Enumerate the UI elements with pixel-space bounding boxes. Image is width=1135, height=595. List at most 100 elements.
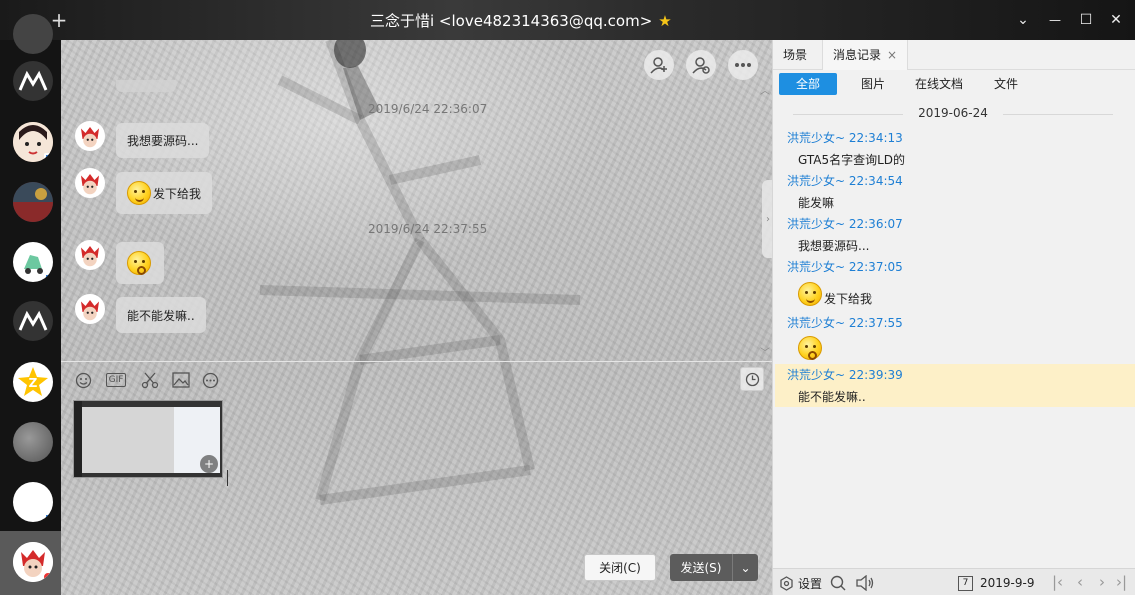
title-bar: ⌕ + 三念于惜i <love482314363@qq.com>★ ⌄ — ☐ … xyxy=(0,0,1135,40)
contact-name-email: 三念于惜i <love482314363@qq.com> xyxy=(370,12,653,30)
emoji-icon[interactable] xyxy=(73,370,93,390)
svg-text:Z: Z xyxy=(29,376,38,390)
message-bubble[interactable] xyxy=(116,242,164,284)
conversation-avatar[interactable] xyxy=(13,182,53,222)
search-history-icon[interactable] xyxy=(830,573,846,593)
speaker-icon[interactable] xyxy=(855,573,875,593)
history-sender[interactable]: 洪荒少女~ 22:37:05 xyxy=(787,258,903,275)
maximize-button[interactable]: ☐ xyxy=(1074,8,1098,32)
first-page-icon[interactable]: |‹ xyxy=(1052,573,1063,591)
message-history-icon[interactable] xyxy=(740,367,764,391)
send-button[interactable]: 发送(S) ⌄ xyxy=(670,554,758,581)
history-sender[interactable]: 洪荒少女~ 22:34:13 xyxy=(787,129,903,146)
settings-button[interactable]: 设置 xyxy=(779,573,822,593)
sender-avatar[interactable] xyxy=(75,168,105,198)
gif-icon[interactable]: GIF xyxy=(103,370,129,390)
history-message: 发下给我 xyxy=(798,280,872,307)
text-cursor xyxy=(227,470,228,486)
message-timestamp: 2019/6/24 22:36:07 xyxy=(368,102,488,116)
confused-emoji-icon xyxy=(798,336,822,360)
filter-all[interactable]: 全部 xyxy=(779,73,837,95)
last-page-icon[interactable]: ›| xyxy=(1116,573,1127,591)
conversation-avatar[interactable] xyxy=(13,301,53,341)
previous-page-icon[interactable]: ‹ xyxy=(1077,573,1083,591)
calendar-icon: 7 xyxy=(958,575,973,591)
history-sender[interactable]: 洪荒少女~ 22:39:39 xyxy=(787,366,903,383)
conversation-avatar[interactable]: Z xyxy=(13,362,53,402)
conversation-avatar[interactable] xyxy=(13,14,53,54)
more-icon[interactable] xyxy=(728,50,758,80)
message-bubble[interactable]: 能不能发嘛.. xyxy=(116,297,206,333)
filter-images[interactable]: 图片 xyxy=(853,73,893,95)
history-message xyxy=(798,336,824,360)
smile-emoji-icon xyxy=(798,281,822,306)
history-sender[interactable]: 洪荒少女~ 22:36:07 xyxy=(787,215,903,232)
scroll-up-icon[interactable]: ︿ xyxy=(760,82,770,97)
close-button[interactable]: 关闭(C) xyxy=(584,554,656,581)
avatar-icon xyxy=(13,182,53,222)
conversation-avatar[interactable] xyxy=(13,482,53,522)
minimize-button[interactable]: — xyxy=(1043,8,1067,32)
active-conversation-avatar[interactable] xyxy=(13,542,53,582)
history-panel: 场景 消息记录 × 全部 图片 在线文档 文件 2019-06-24 洪荒少女~ … xyxy=(772,40,1135,595)
device-badge xyxy=(44,513,53,522)
avatar-icon xyxy=(24,255,43,274)
sender-avatar[interactable] xyxy=(75,294,105,324)
conversation-rail: Z xyxy=(0,14,61,595)
sender-avatar[interactable] xyxy=(75,240,105,270)
add-member-icon[interactable] xyxy=(644,50,674,80)
message-bubble[interactable]: 我想要源码... xyxy=(116,123,210,158)
history-message: 能发嘛 xyxy=(798,196,835,210)
scroll-down-icon[interactable]: ﹀ xyxy=(760,344,770,359)
history-message: 能不能发嘛.. xyxy=(798,390,866,404)
conversation-avatar[interactable] xyxy=(13,61,53,101)
contact-settings-icon[interactable] xyxy=(686,50,716,80)
gear-icon xyxy=(780,575,793,591)
settings-label: 设置 xyxy=(798,576,823,591)
close-window-button[interactable]: ✕ xyxy=(1104,8,1128,32)
date-picker[interactable]: 7 2019-9-9 xyxy=(958,573,1034,593)
screenshot-scissors-icon[interactable] xyxy=(140,370,160,390)
history-message: 我想要源码... xyxy=(798,239,870,253)
history-message-text: 发下给我 xyxy=(824,292,873,306)
logo-icon xyxy=(18,310,48,331)
next-page-icon[interactable]: › xyxy=(1099,573,1105,591)
chevron-down-icon[interactable]: ⌄ xyxy=(1011,8,1035,32)
thumbnail-rail xyxy=(74,401,82,477)
history-tabs: 场景 消息记录 × xyxy=(773,40,1135,70)
smile-emoji-icon xyxy=(127,181,151,205)
history-sender[interactable]: 洪荒少女~ 22:34:54 xyxy=(787,172,903,189)
message-text: 发下给我 xyxy=(153,186,202,201)
send-label: 发送(S) xyxy=(680,561,722,575)
tab-label: 消息记录 xyxy=(833,48,882,62)
previous-message-bubble xyxy=(116,80,176,92)
logo-icon xyxy=(18,70,48,91)
more-tools-icon[interactable] xyxy=(200,370,220,390)
window-title: 三念于惜i <love482314363@qq.com> ★ xyxy=(370,10,672,31)
conversation-avatar[interactable] xyxy=(13,242,53,282)
device-badge xyxy=(44,273,53,282)
history-sender[interactable]: 洪荒少女~ 22:37:55 xyxy=(787,314,903,331)
input-divider xyxy=(61,361,772,362)
image-icon[interactable] xyxy=(171,370,191,390)
zoom-in-icon[interactable]: + xyxy=(200,455,218,473)
conversation-avatar[interactable] xyxy=(13,122,53,162)
filter-online-docs[interactable]: 在线文档 xyxy=(911,73,967,95)
filter-files[interactable]: 文件 xyxy=(987,73,1025,95)
message-timestamp: 2019/6/24 22:37:55 xyxy=(368,222,488,236)
history-message: GTA5名字查询LD的 xyxy=(798,153,906,167)
tab-message-history[interactable]: 消息记录 × xyxy=(822,40,909,70)
pasted-screenshot-thumbnail[interactable]: + xyxy=(73,400,223,478)
blocked-badge xyxy=(42,571,53,582)
tab-scene[interactable]: 场景 xyxy=(783,40,807,70)
confused-emoji-icon xyxy=(127,251,151,275)
close-tab-icon[interactable]: × xyxy=(887,48,897,62)
sender-avatar[interactable] xyxy=(75,121,105,151)
date-label: 2019-06-24 xyxy=(918,106,988,120)
message-text: 能不能发嘛.. xyxy=(127,308,195,323)
selected-date: 2019-9-9 xyxy=(980,576,1035,590)
send-options-chevron-icon[interactable]: ⌄ xyxy=(733,561,758,575)
message-bubble[interactable]: 发下给我 xyxy=(116,172,213,214)
star-icon: ★ xyxy=(658,12,672,30)
conversation-avatar[interactable] xyxy=(13,422,53,462)
